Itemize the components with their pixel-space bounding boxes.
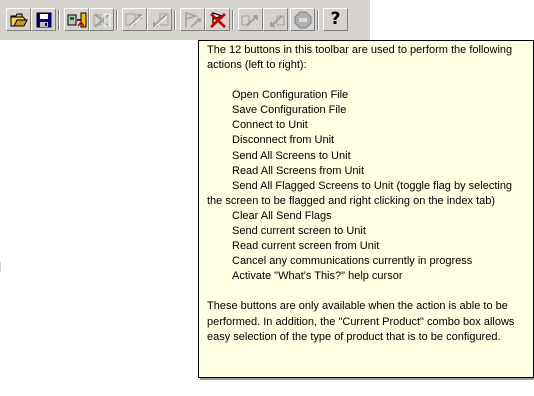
tooltip-outro: These buttons are only available when th… [207, 300, 515, 343]
window-edge [0, 262, 1, 272]
list-item: Activate "What's This?" help cursor [232, 270, 403, 283]
list-item: Read All Screens from Unit [232, 164, 365, 177]
help-question-icon: ? [330, 9, 341, 29]
disconnect-from-unit-button[interactable] [89, 8, 114, 31]
save-configuration-file-button[interactable] [31, 8, 56, 31]
stop-icon [294, 11, 311, 28]
open-configuration-file-button[interactable] [6, 8, 31, 31]
list-item: Open Configuration File [232, 89, 349, 102]
send-current-screen-button[interactable] [238, 8, 263, 31]
tooltip-intro: The 12 buttons in this toolbar are used … [207, 44, 513, 72]
open-folder-icon [10, 13, 28, 26]
list-item: Save Configuration File [232, 104, 347, 117]
whats-this-help-button[interactable]: ? [323, 8, 348, 31]
list-item: Disconnect from Unit [232, 134, 335, 147]
list-item: Send current screen to Unit [232, 225, 366, 238]
read-all-screens-button[interactable] [147, 8, 172, 31]
send-all-flagged-screens-button[interactable] [180, 8, 205, 31]
send-current-icon [241, 14, 258, 27]
toolbar: ? [0, 0, 370, 40]
list-item: Read current screen from Unit [232, 240, 380, 253]
connect-to-unit-button[interactable] [64, 8, 89, 31]
list-item: Connect to Unit [232, 119, 308, 132]
toolbar-separator [58, 10, 60, 30]
list-item: Clear All Send Flags [232, 209, 332, 222]
list-item: Cancel any communications currently in p… [232, 255, 473, 268]
list-item: Send All Screens to Unit [232, 149, 351, 162]
read-current-icon [269, 14, 284, 27]
clear-flags-icon [209, 11, 226, 28]
tooltip-action-list: Open Configuration File Save Configurati… [207, 88, 529, 284]
read-current-screen-button[interactable] [263, 8, 288, 31]
send-all-icon [125, 13, 142, 27]
list-item: Send All Flagged Screens to Unit (toggle… [207, 179, 529, 209]
toolbar-separator [232, 10, 234, 30]
send-flagged-icon [184, 11, 201, 28]
cancel-communications-button[interactable] [290, 8, 315, 31]
toolbar-separator [116, 10, 118, 30]
floppy-disk-icon [36, 12, 51, 27]
toolbar-help-tooltip: The 12 buttons in this toolbar are used … [198, 40, 534, 378]
toolbar-separator [174, 10, 176, 30]
clear-all-send-flags-button[interactable] [205, 8, 230, 31]
toolbar-separator [317, 10, 319, 30]
read-all-icon [152, 13, 168, 27]
disconnect-icon [93, 12, 110, 28]
connect-icon [67, 12, 86, 27]
send-all-screens-button[interactable] [122, 8, 147, 31]
list-item-continuation: the screen to be flagged and right click… [207, 194, 496, 207]
